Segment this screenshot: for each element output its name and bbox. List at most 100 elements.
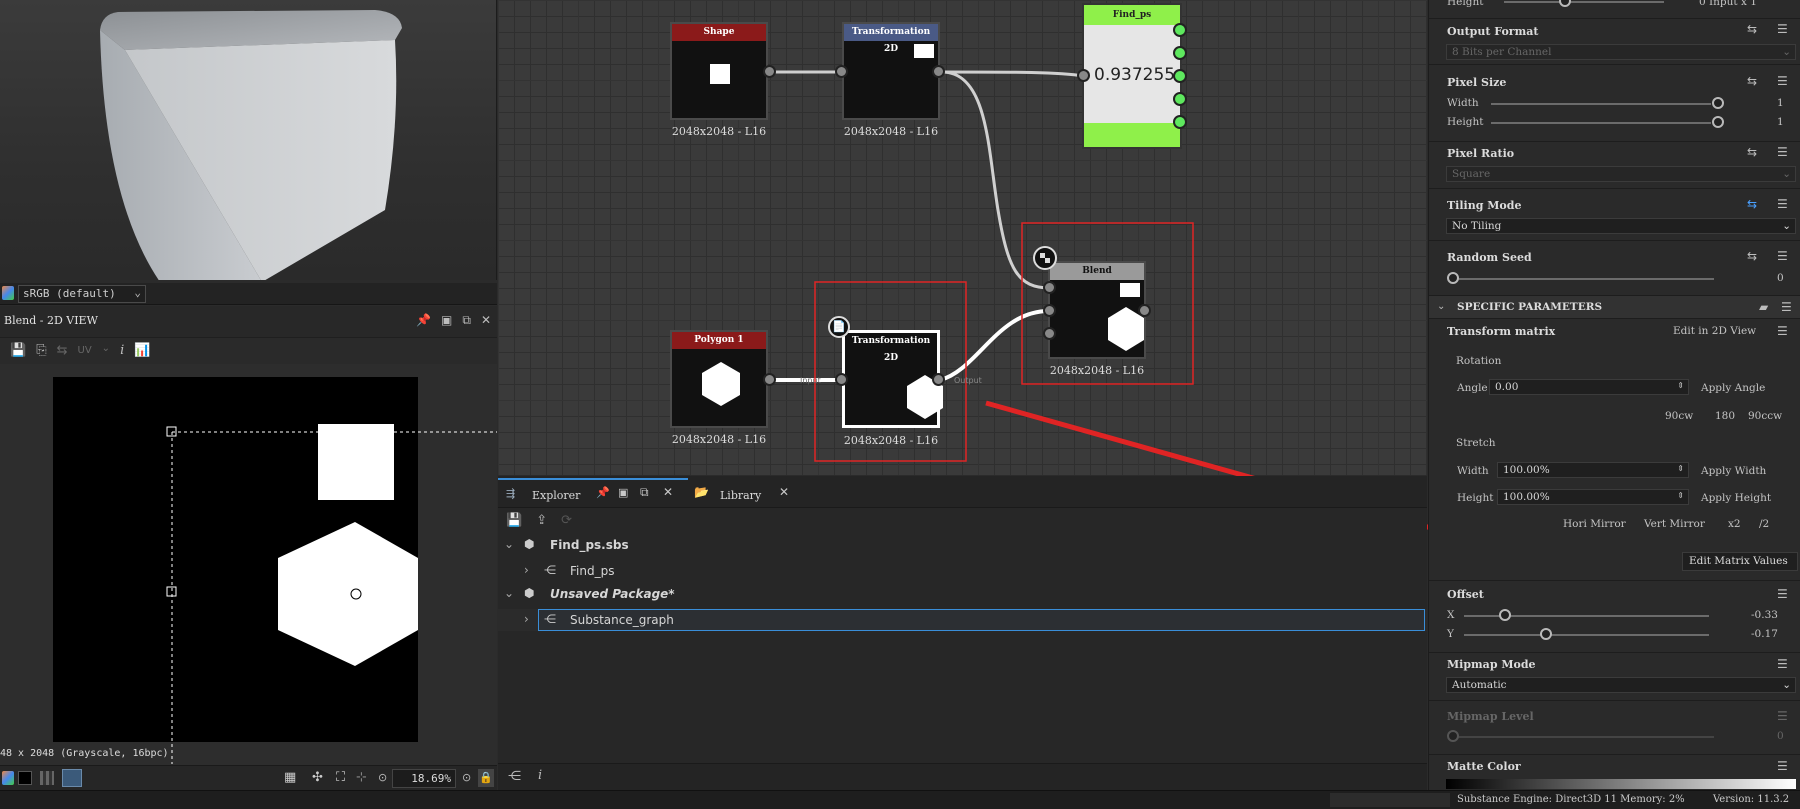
slider-knob[interactable]	[1559, 0, 1571, 7]
apply-height-button[interactable]: Apply Height	[1701, 492, 1771, 504]
color-wheel-icon[interactable]	[2, 286, 14, 300]
refresh-icon[interactable]: ⟳	[561, 513, 572, 529]
function-icon[interactable]: ⇆	[1747, 145, 1757, 159]
zoom-input[interactable]: 18.69%	[392, 769, 456, 788]
graph-icon[interactable]: ⋲	[508, 769, 521, 784]
node-polygon[interactable]: Polygon 1 2048x2048 - L16	[670, 330, 768, 446]
node-find-ps[interactable]: Find_ps 0.937255	[1082, 3, 1182, 149]
share-icon[interactable]: ⇆	[57, 343, 68, 359]
vert-mirror-button[interactable]: Vert Mirror	[1644, 518, 1705, 530]
output-pin[interactable]	[1138, 304, 1151, 317]
menu-icon[interactable]: ☰	[1777, 759, 1788, 773]
menu-icon[interactable]: ☰	[1777, 197, 1788, 211]
apply-angle-button[interactable]: Apply Angle	[1701, 382, 1765, 394]
checker-icon[interactable]	[40, 771, 54, 785]
info-icon[interactable]: i	[538, 768, 542, 783]
maximize-icon[interactable]: ⧉	[462, 313, 471, 328]
node-transformation-2d-bottom[interactable]: Transformation 2D 2048x2048 - L16	[842, 330, 943, 447]
menu-icon[interactable]: ☰	[1777, 709, 1788, 723]
slider-knob[interactable]	[1499, 609, 1511, 621]
gizmo-icon[interactable]: ✣	[312, 770, 323, 785]
tree-item-package[interactable]: ⌄ ⬢ Find_ps.sbs	[498, 535, 1427, 557]
matte-color-gradient[interactable]	[1446, 779, 1796, 789]
output-format-select[interactable]: 8 Bits per Channel ⌄	[1446, 44, 1796, 60]
colorspace-select[interactable]: sRGB (default) ⌄	[18, 285, 146, 303]
offset-y-value[interactable]: -0.17	[1751, 628, 1778, 640]
tree-item-graph[interactable]: › ⋲ Find_ps	[498, 560, 1427, 582]
rotate-90ccw-button[interactable]: 90ccw	[1748, 410, 1782, 422]
export-icon[interactable]: ⇪	[536, 513, 547, 529]
stretch-height-input[interactable]: 100.00% ⇕	[1497, 489, 1689, 505]
close-icon[interactable]: ✕	[481, 313, 491, 328]
random-seed-value[interactable]: 0	[1777, 272, 1784, 284]
function-icon[interactable]: ⇆	[1747, 74, 1757, 88]
mipmap-level-value[interactable]: 0	[1777, 730, 1784, 742]
preset-icon[interactable]: ▰	[1759, 300, 1768, 314]
save-icon[interactable]: 💾	[10, 343, 26, 359]
grid-icon[interactable]: ▦	[284, 770, 296, 785]
center-icon[interactable]: ⊹	[356, 770, 367, 785]
dock-icon[interactable]: ▣	[441, 313, 452, 328]
slider-knob[interactable]	[1712, 116, 1724, 128]
scale-x2-button[interactable]: x2	[1728, 518, 1741, 530]
pixel-ratio-select[interactable]: Square ⌄	[1446, 166, 1796, 182]
rotate-180-button[interactable]: 180	[1715, 410, 1735, 422]
slider-knob[interactable]	[1447, 730, 1459, 742]
graph-editor[interactable]: Shape 2048x2048 - L16 Transformation 2D …	[498, 0, 1427, 475]
zoom-in-icon[interactable]: ⊙	[462, 771, 471, 784]
height-slider[interactable]	[1504, 1, 1664, 3]
chevron-down-icon[interactable]: ⌄	[504, 586, 514, 600]
node-blend[interactable]: Blend 2048x2048 - L16	[1048, 261, 1146, 377]
menu-icon[interactable]: ☰	[1777, 145, 1788, 159]
output-pin[interactable]	[1173, 115, 1187, 129]
output-pin[interactable]	[1173, 92, 1187, 106]
chevron-right-icon[interactable]: ›	[524, 612, 529, 626]
input-pin[interactable]	[1043, 281, 1056, 294]
rotate-90cw-button[interactable]: 90cw	[1665, 410, 1693, 422]
blend-mode-icon[interactable]	[1033, 246, 1057, 270]
output-pin[interactable]	[763, 373, 776, 386]
hori-mirror-button[interactable]: Hori Mirror	[1563, 518, 1626, 530]
angle-input[interactable]: 0.00 ⇕	[1489, 379, 1689, 395]
output-pin[interactable]	[1173, 69, 1187, 83]
color-wheel-icon[interactable]	[2, 771, 14, 785]
uv-dropdown[interactable]: UV	[78, 343, 92, 359]
specific-parameters-header[interactable]: ⌄ SPECIFIC PARAMETERS ▰ ☰	[1429, 295, 1800, 319]
comment-icon[interactable]: 📄	[828, 316, 850, 338]
lock-icon[interactable]: 🔒	[478, 769, 494, 787]
function-icon[interactable]: ⇆	[1747, 197, 1757, 211]
mipmap-mode-select[interactable]: Automatic ⌄	[1446, 677, 1796, 693]
menu-icon[interactable]: ☰	[1777, 324, 1788, 338]
menu-icon[interactable]: ☰	[1781, 300, 1792, 314]
menu-icon[interactable]: ☰	[1777, 22, 1788, 36]
stretch-width-input[interactable]: 100.00% ⇕	[1497, 462, 1689, 478]
height-value[interactable]: 1	[1777, 116, 1784, 128]
close-icon[interactable]: ✕	[663, 485, 673, 499]
output-pin[interactable]	[1173, 23, 1187, 37]
input-pin[interactable]	[835, 65, 848, 78]
slider-knob[interactable]	[1540, 628, 1552, 640]
copy-icon[interactable]: ⎘	[36, 343, 46, 359]
tab-explorer[interactable]: Explorer	[526, 480, 586, 508]
menu-icon[interactable]: ☰	[1777, 587, 1788, 601]
node-transformation-2d-top[interactable]: Transformation 2D 2048x2048 - L16	[842, 22, 940, 138]
scale-half-button[interactable]: /2	[1759, 518, 1769, 530]
input-pin[interactable]	[1043, 327, 1056, 340]
input-pin[interactable]	[835, 373, 848, 386]
menu-icon[interactable]: ☰	[1777, 657, 1788, 671]
height-slider[interactable]	[1491, 122, 1711, 124]
close-icon[interactable]: ✕	[779, 485, 789, 499]
info-icon[interactable]: i	[120, 343, 124, 359]
menu-icon[interactable]: ☰	[1777, 249, 1788, 263]
tiling-mode-select[interactable]: No Tiling ⌄	[1446, 218, 1796, 234]
output-pin[interactable]	[932, 65, 945, 78]
function-icon[interactable]: ⇆	[1747, 249, 1757, 263]
node-shape[interactable]: Shape 2048x2048 - L16	[670, 22, 768, 138]
output-pin[interactable]	[932, 373, 945, 386]
save-icon[interactable]: 💾	[506, 513, 522, 529]
menu-icon[interactable]: ☰	[1777, 74, 1788, 88]
tab-library[interactable]: Library	[714, 480, 767, 508]
tree-item-graph-selected[interactable]: › ⋲ Substance_graph	[498, 609, 1427, 631]
edit-matrix-values-button[interactable]: Edit Matrix Values	[1682, 552, 1798, 571]
histogram-icon[interactable]: 📊	[134, 343, 150, 359]
